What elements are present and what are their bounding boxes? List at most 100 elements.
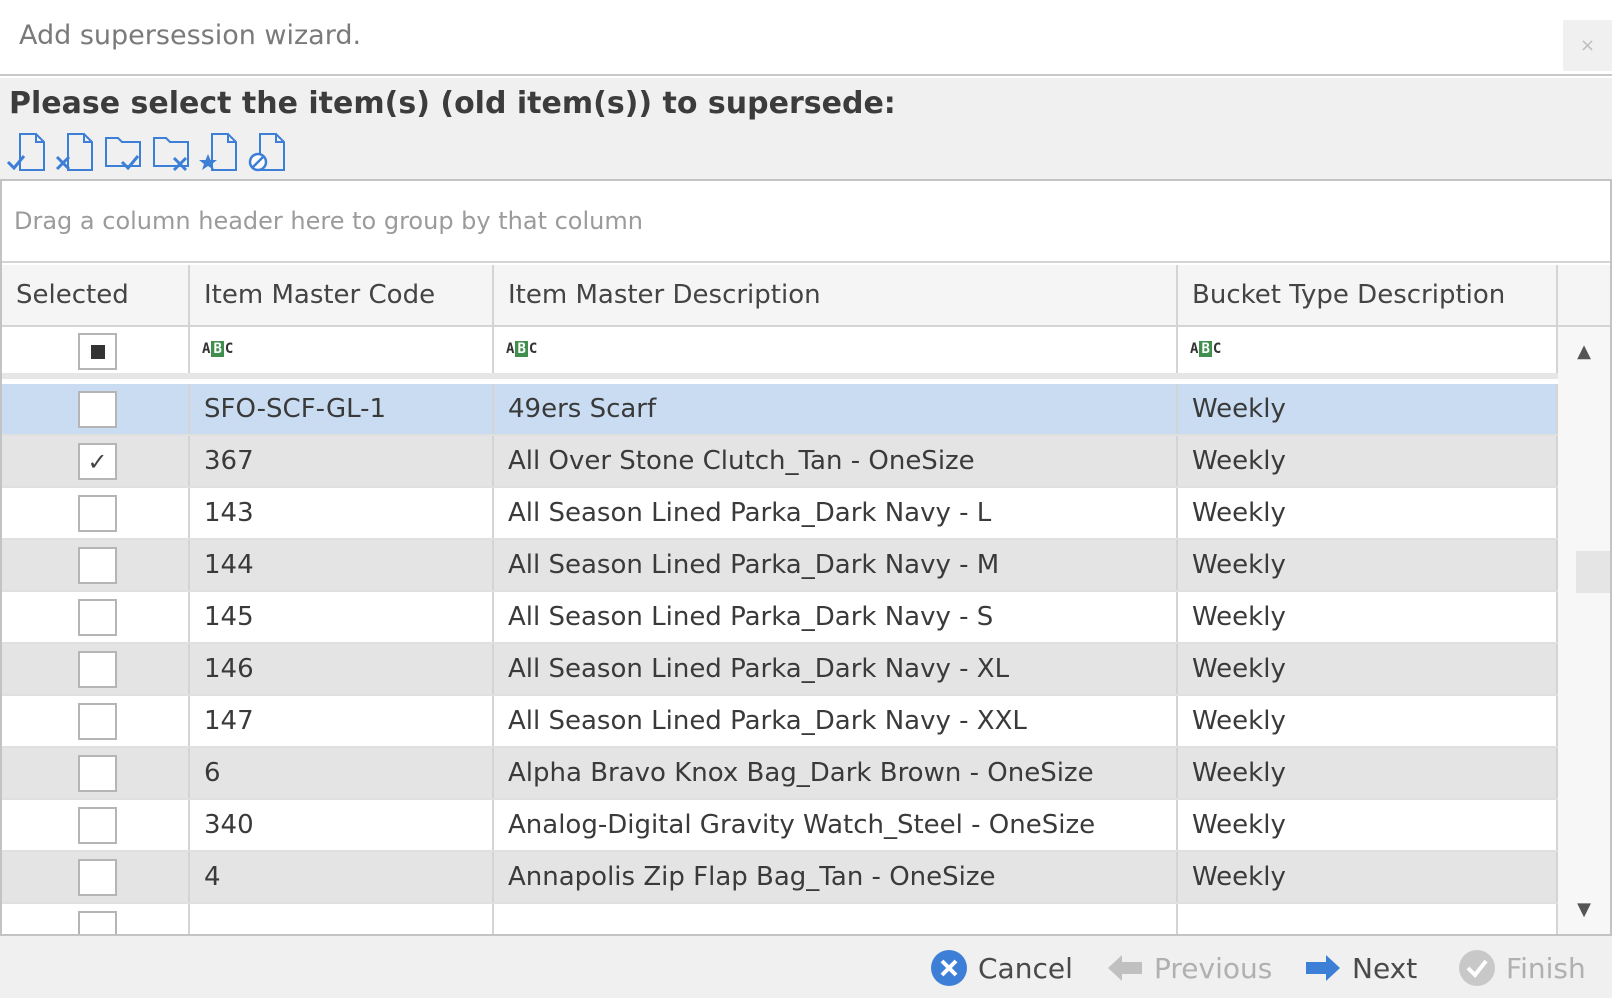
table-row[interactable]: 147 All Season Lined Parka_Dark Navy - XX… — [2, 696, 1558, 748]
select-filtered-icon[interactable] — [102, 130, 150, 174]
cell-partial — [494, 904, 1178, 934]
row-checkbox[interactable] — [78, 755, 117, 792]
next-button[interactable]: Next — [1304, 944, 1417, 992]
row-checkbox[interactable] — [78, 391, 117, 428]
cell-item-master-description: All Season Lined Parka_Dark Navy - XXL — [494, 696, 1178, 746]
row-checkbox[interactable]: ✓ — [78, 443, 117, 480]
cell-bucket-type-description: Weekly — [1178, 644, 1558, 694]
cell-item-master-code: 145 — [190, 592, 494, 642]
cell-selected — [2, 904, 190, 934]
cancel-icon — [930, 949, 968, 987]
filter-cell-code[interactable]: ABC — [190, 327, 494, 373]
filter-row: ABC ABC ABC — [2, 327, 1558, 379]
column-header-filler — [1558, 265, 1610, 327]
filter-cell-description[interactable]: ABC — [494, 327, 1178, 373]
column-header-item-master-code[interactable]: Item Master Code — [190, 265, 494, 327]
row-checkbox[interactable] — [78, 859, 117, 896]
cell-item-master-code: 340 — [190, 800, 494, 850]
row-checkbox[interactable] — [78, 807, 117, 844]
cell-item-master-description: Annapolis Zip Flap Bag_Tan - OneSize — [494, 852, 1178, 902]
next-label: Next — [1352, 951, 1418, 985]
cell-selected — [2, 696, 190, 746]
deselect-filtered-icon[interactable] — [150, 130, 198, 174]
cell-bucket-type-description: Weekly — [1178, 488, 1558, 538]
cancel-button[interactable]: Cancel — [930, 944, 1073, 992]
cell-item-master-code: SFO-SCF-GL-1 — [190, 384, 494, 434]
table-row[interactable]: 146 All Season Lined Parka_Dark Navy - XL… — [2, 644, 1558, 696]
arrow-right-icon — [1304, 953, 1342, 983]
cell-selected — [2, 384, 190, 434]
cell-item-master-description: All Season Lined Parka_Dark Navy - S — [494, 592, 1178, 642]
cell-selected — [2, 800, 190, 850]
items-grid: Drag a column header here to group by th… — [0, 179, 1612, 936]
cell-item-master-code: 6 — [190, 748, 494, 798]
scroll-up-icon[interactable]: ▲ — [1558, 333, 1610, 369]
check-circle-icon — [1458, 949, 1496, 987]
filter-cell-bucket[interactable]: ABC — [1178, 327, 1558, 373]
text-filter-icon: ABC — [202, 341, 234, 357]
select-all-icon[interactable] — [6, 130, 54, 174]
window-title: Add supersession wizard. — [19, 20, 362, 51]
table-row[interactable]: ✓ 367 All Over Stone Clutch_Tan - OneSize W… — [2, 436, 1558, 488]
selection-toolbar — [6, 130, 294, 174]
table-row[interactable]: SFO-SCF-GL-1 49ers Scarf Weekly — [2, 384, 1558, 436]
cell-bucket-type-description: Weekly — [1178, 748, 1558, 798]
cell-item-master-description: All Over Stone Clutch_Tan - OneSize — [494, 436, 1178, 486]
row-checkbox[interactable] — [78, 703, 117, 740]
finish-label: Finish — [1506, 951, 1586, 985]
previous-button[interactable]: Previous — [1106, 944, 1272, 992]
cell-bucket-type-description: Weekly — [1178, 696, 1558, 746]
table-row-partial[interactable] — [2, 904, 1558, 934]
cell-bucket-type-description: Weekly — [1178, 800, 1558, 850]
title-bar: Add supersession wizard. × — [0, 0, 1612, 76]
cancel-label: Cancel — [978, 951, 1073, 985]
filter-cell-selected — [2, 327, 190, 373]
cell-selected — [2, 488, 190, 538]
row-checkbox[interactable] — [78, 599, 117, 636]
row-checkbox[interactable] — [78, 651, 117, 688]
table-row[interactable]: 143 All Season Lined Parka_Dark Navy - LW… — [2, 488, 1558, 540]
cell-selected: ✓ — [2, 436, 190, 486]
cell-partial — [1178, 904, 1558, 934]
cell-bucket-type-description: Weekly — [1178, 592, 1558, 642]
scroll-down-icon[interactable]: ▼ — [1558, 891, 1610, 927]
page-title: Please select the item(s) (old item(s)) … — [9, 86, 896, 121]
header-panel: Please select the item(s) (old item(s)) … — [0, 78, 1612, 179]
text-filter-icon: ABC — [1190, 341, 1222, 357]
cell-item-master-code: 144 — [190, 540, 494, 590]
table-row[interactable]: 144 All Season Lined Parka_Dark Navy - MW… — [2, 540, 1558, 592]
column-header-selected[interactable]: Selected — [2, 265, 190, 327]
scroll-thumb[interactable] — [1576, 551, 1610, 593]
cell-selected — [2, 748, 190, 798]
table-row[interactable]: 145 All Season Lined Parka_Dark Navy - SW… — [2, 592, 1558, 644]
cell-item-master-description: All Season Lined Parka_Dark Navy - L — [494, 488, 1178, 538]
cell-item-master-description: Alpha Bravo Knox Bag_Dark Brown - OneSiz… — [494, 748, 1178, 798]
clear-selection-icon[interactable] — [246, 130, 294, 174]
cell-item-master-description: 49ers Scarf — [494, 384, 1178, 434]
group-by-hint: Drag a column header here to group by th… — [14, 207, 643, 235]
select-starred-icon[interactable] — [198, 130, 246, 174]
select-all-checkbox[interactable] — [78, 333, 117, 370]
table-row[interactable]: 6 Alpha Bravo Knox Bag_Dark Brown - OneSi… — [2, 748, 1558, 800]
row-checkbox[interactable] — [78, 495, 117, 532]
previous-label: Previous — [1154, 951, 1273, 985]
wizard-footer: Cancel Previous Next Finish — [0, 936, 1612, 998]
cell-selected — [2, 852, 190, 902]
vertical-scrollbar[interactable]: ▲ ▼ — [1558, 327, 1610, 934]
cell-partial — [190, 904, 494, 934]
cell-selected — [2, 644, 190, 694]
cell-bucket-type-description: Weekly — [1178, 540, 1558, 590]
column-header-bucket-type-description[interactable]: Bucket Type Description — [1178, 265, 1558, 327]
table-row[interactable]: 4 Annapolis Zip Flap Bag_Tan - OneSize Wee… — [2, 852, 1558, 904]
finish-button[interactable]: Finish — [1458, 944, 1586, 992]
table-row[interactable]: 340 Analog-Digital Gravity Watch_Steel - … — [2, 800, 1558, 852]
deselect-all-icon[interactable] — [54, 130, 102, 174]
group-by-panel[interactable]: Drag a column header here to group by th… — [2, 181, 1610, 263]
cell-item-master-code: 146 — [190, 644, 494, 694]
row-checkbox[interactable] — [78, 547, 117, 584]
row-checkbox[interactable] — [78, 911, 117, 934]
arrow-left-icon — [1106, 953, 1144, 983]
close-button[interactable]: × — [1563, 20, 1612, 71]
cell-bucket-type-description: Weekly — [1178, 384, 1558, 434]
column-header-item-master-description[interactable]: Item Master Description — [494, 265, 1178, 327]
